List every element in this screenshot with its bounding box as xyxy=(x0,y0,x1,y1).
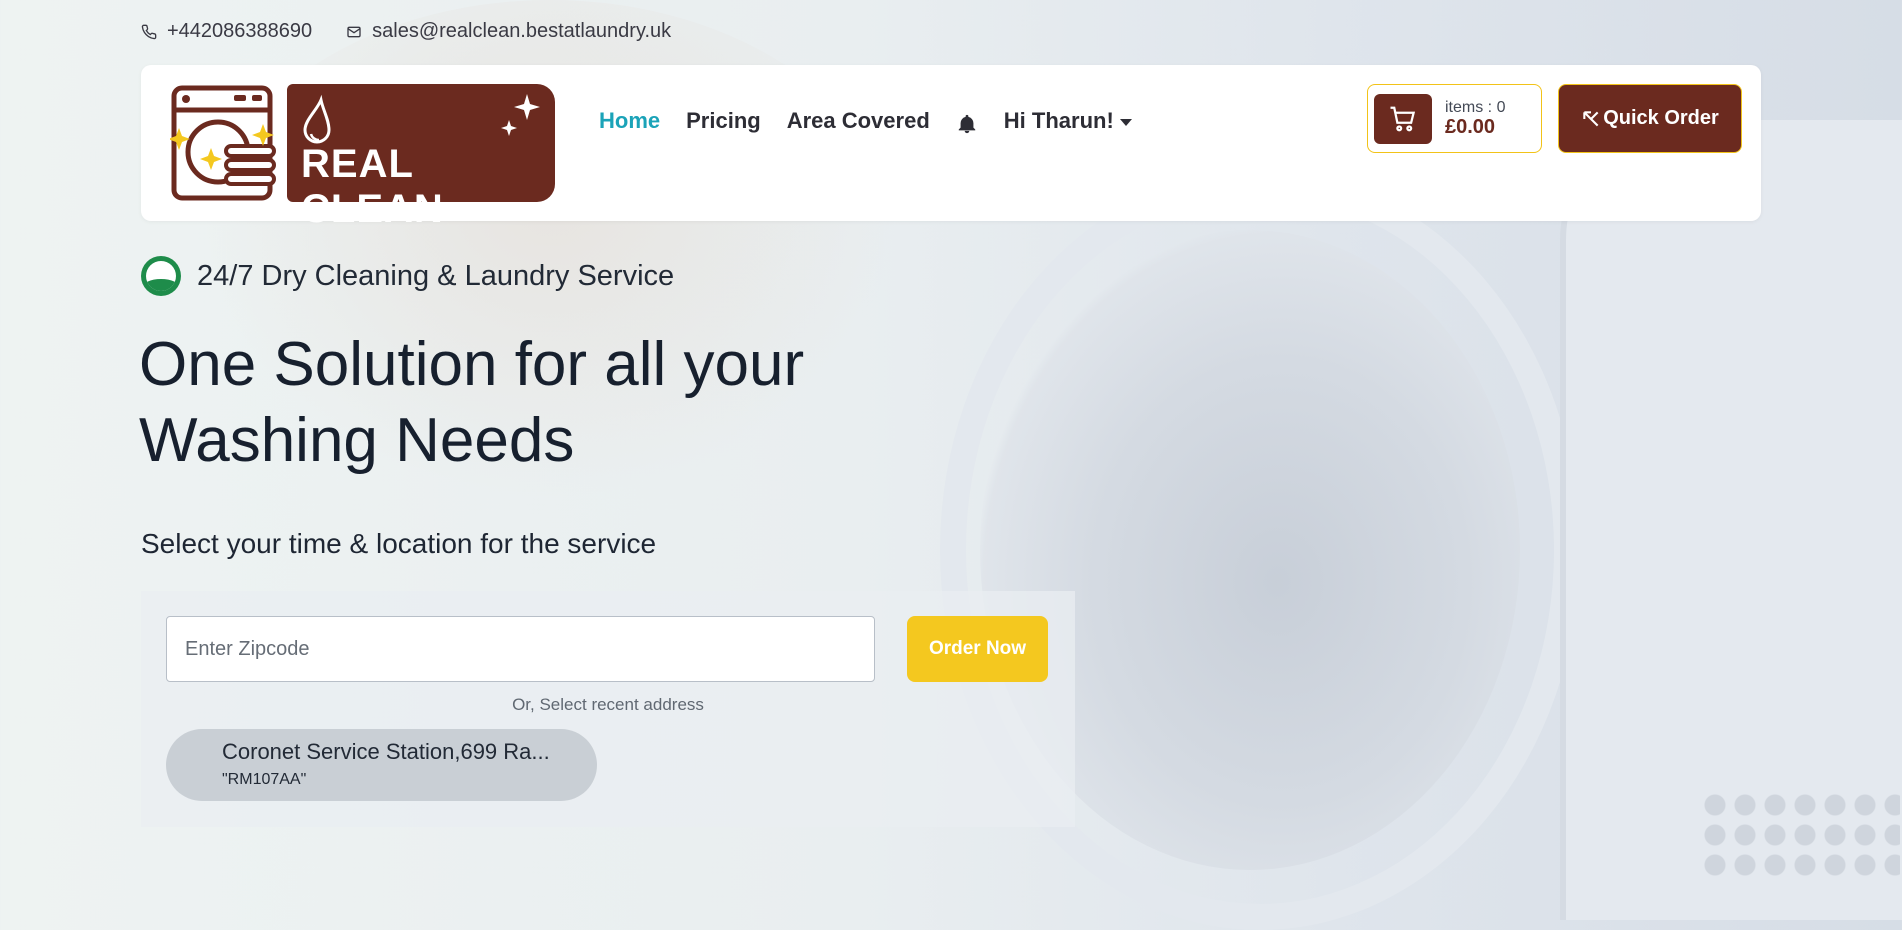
cart-info: items : 0 £0.00 xyxy=(1445,99,1505,139)
contact-email[interactable]: sales@realclean.bestatlaundry.uk xyxy=(346,20,671,43)
contact-bar: +442086388690 sales@realclean.bestatlaun… xyxy=(141,20,671,43)
caret-down-icon xyxy=(1119,118,1132,126)
recent-address-zip: "RM107AA" xyxy=(222,771,307,788)
email-address: sales@realclean.bestatlaundry.uk xyxy=(372,20,672,42)
nav-home[interactable]: Home xyxy=(599,108,660,134)
cart-items-count: items : 0 xyxy=(1445,98,1506,116)
contact-phone[interactable]: +442086388690 xyxy=(141,20,312,43)
phone-number: +442086388690 xyxy=(167,20,313,42)
hero-subhead: Select your time & location for the serv… xyxy=(141,528,657,559)
quick-order-label: Quick Order xyxy=(1603,107,1719,129)
tagline-text: 24/7 Dry Cleaning & Laundry Service xyxy=(197,259,675,292)
mail-icon xyxy=(347,26,361,37)
hero-tagline: 24/7 Dry Cleaning & Laundry Service xyxy=(141,256,674,296)
recent-address-chip[interactable]: Coronet Service Station,699 Ra... "RM107… xyxy=(166,729,597,801)
cart-total: £0.00 xyxy=(1445,116,1496,139)
site-header: REAL CLEAN Home Pricing Area Covered Hi … xyxy=(141,65,1761,231)
cart-icon[interactable] xyxy=(1374,93,1432,144)
scissors-icon xyxy=(1583,110,1599,126)
quick-order-button[interactable]: Quick Order xyxy=(1558,84,1742,153)
user-greeting: Hi Tharun! xyxy=(1003,108,1114,133)
logo[interactable]: REAL CLEAN xyxy=(168,84,555,231)
logo-wordmark: REAL CLEAN xyxy=(287,84,555,231)
hero-headline: One Solution for all your Washing Needs xyxy=(139,330,805,475)
user-menu[interactable]: Hi Tharun! xyxy=(1004,108,1132,134)
order-now-button[interactable]: Order Now xyxy=(907,616,1048,682)
nav-area-covered[interactable]: Area Covered xyxy=(787,108,930,134)
cart-summary[interactable]: items : 0 £0.00 xyxy=(1367,84,1542,153)
wave-icon xyxy=(141,256,181,296)
washing-machine-icon xyxy=(168,84,290,202)
phone-icon xyxy=(141,24,157,39)
background-dots xyxy=(1700,790,1900,876)
order-form: Order Now Or, Select recent address Coro… xyxy=(141,591,1075,827)
zipcode-input[interactable] xyxy=(166,616,875,682)
brand-name: REAL CLEAN xyxy=(301,142,444,231)
recent-address-name: Coronet Service Station,699 Ra... xyxy=(222,739,550,764)
bell-icon[interactable] xyxy=(956,107,978,135)
nav-pricing[interactable]: Pricing xyxy=(686,108,761,134)
main-nav: Home Pricing Area Covered Hi Tharun! xyxy=(599,107,1132,135)
recent-address-hint: Or, Select recent address xyxy=(512,695,704,714)
